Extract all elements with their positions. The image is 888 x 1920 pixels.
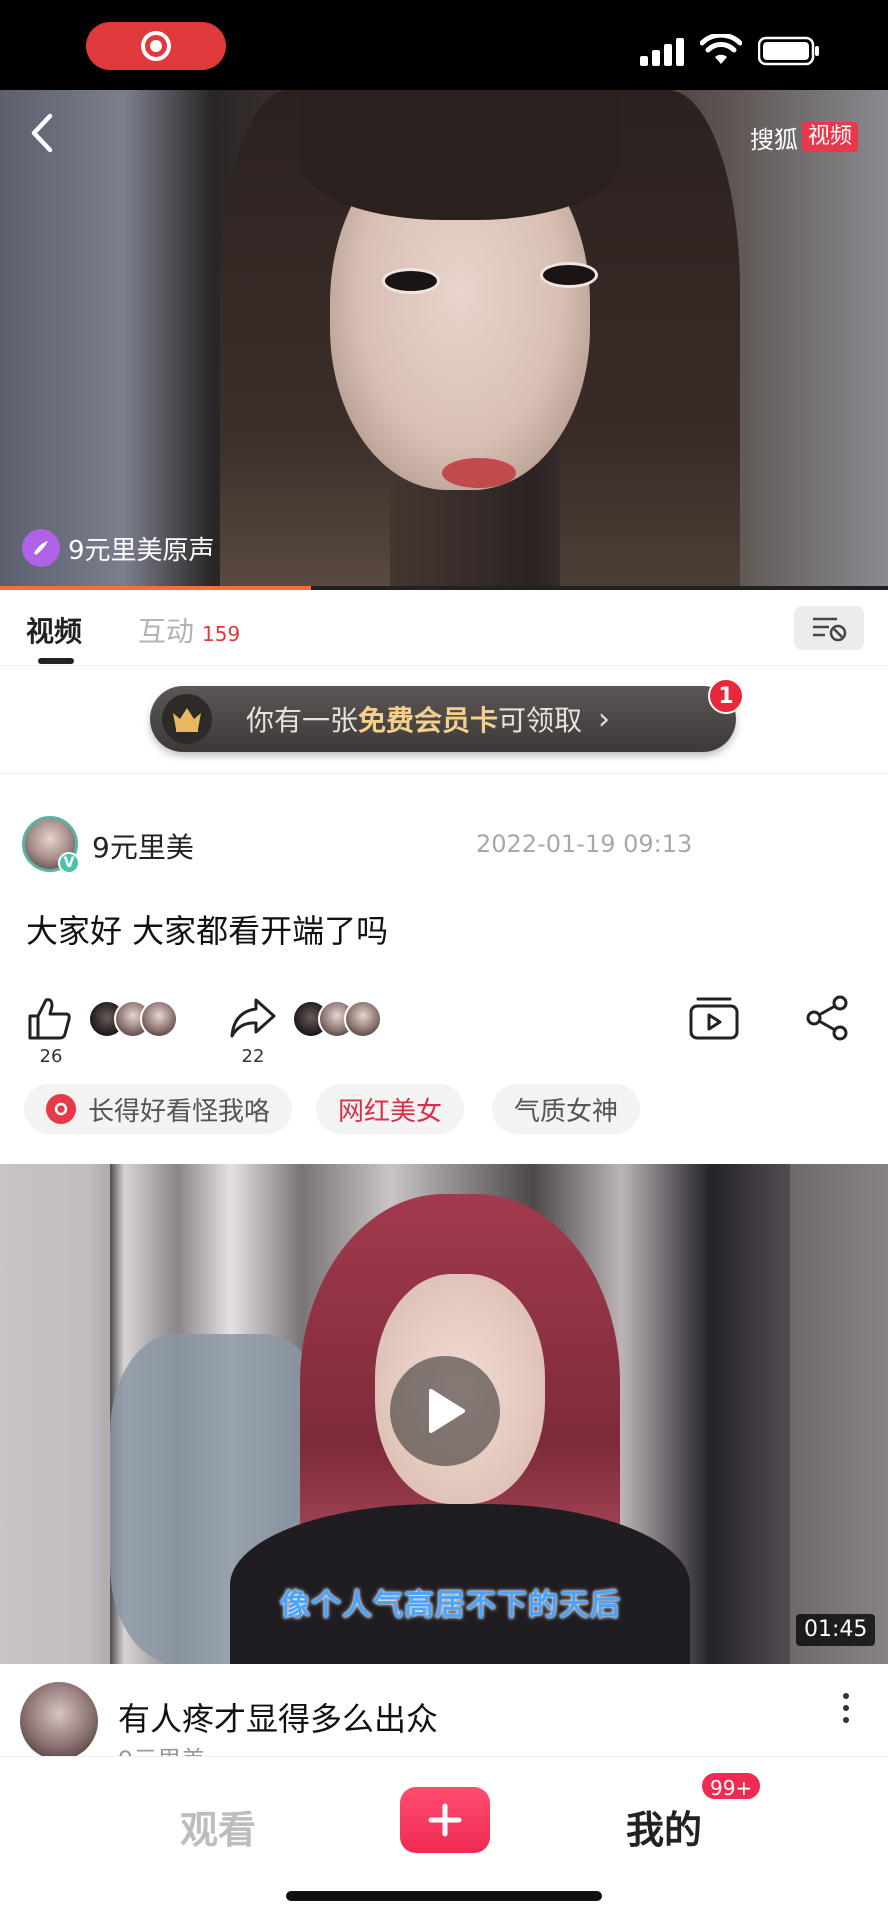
battery-icon xyxy=(758,36,819,66)
bottom-navigation: 观看 我的 99+ xyxy=(0,1756,888,1920)
sharers-avatars[interactable] xyxy=(292,1000,382,1038)
plus-icon xyxy=(428,1803,462,1837)
back-icon[interactable] xyxy=(22,110,62,156)
video-title[interactable]: 有人疼才显得多么出众 xyxy=(118,1694,438,1740)
tab-indicator xyxy=(38,658,74,664)
video-frame-part xyxy=(382,268,440,294)
video-frame-part xyxy=(790,1164,888,1664)
brand-text: 搜狐 xyxy=(750,125,798,154)
nav-mine[interactable]: 我的 xyxy=(626,1799,702,1854)
like-icon[interactable] xyxy=(26,994,74,1042)
tag-chip[interactable]: 气质女神 xyxy=(492,1084,641,1134)
original-audio-badge[interactable]: 9元里美原声 xyxy=(22,528,215,568)
play-button[interactable] xyxy=(390,1356,500,1466)
filter-icon xyxy=(813,617,847,642)
network-share-icon[interactable] xyxy=(804,994,852,1042)
home-indicator[interactable] xyxy=(286,1891,602,1901)
banner-highlight: 免费会员卡 xyxy=(358,704,499,737)
brand-watermark: 搜狐 视频 xyxy=(750,120,859,154)
video-subtitle: 像个人气高居不下的天后 xyxy=(280,1588,621,1623)
tag-label: 网红美女 xyxy=(338,1096,443,1127)
tab-interaction-count: 159 xyxy=(202,622,241,646)
tag-label: 气质女神 xyxy=(514,1096,619,1127)
share-icon[interactable] xyxy=(228,994,278,1042)
avatar xyxy=(344,1000,382,1038)
like-count: 26 xyxy=(39,1046,63,1067)
tab-interaction[interactable]: 互动 159 xyxy=(138,610,240,650)
banner-section: 你有一张免费会员卡可领取 › xyxy=(0,666,888,774)
video-author-name[interactable]: 9元里美 xyxy=(118,1740,205,1756)
wifi-icon xyxy=(700,34,742,64)
video-frame-part xyxy=(300,90,620,220)
video-player[interactable] xyxy=(0,90,888,590)
free-membership-banner[interactable]: 你有一张免费会员卡可领取 › xyxy=(150,686,736,752)
likers-avatars[interactable] xyxy=(88,1000,178,1038)
music-icon xyxy=(22,529,60,567)
video-duration: 01:45 xyxy=(796,1614,876,1646)
screen-recording-indicator[interactable] xyxy=(86,22,226,70)
play-icon xyxy=(429,1389,465,1433)
share-count: 22 xyxy=(241,1046,265,1067)
filter-button[interactable] xyxy=(794,606,864,650)
content-tabs: 视频 互动 159 xyxy=(0,590,888,666)
tag-chip[interactable]: 长得好看怪我咯 xyxy=(24,1084,293,1134)
notification-badge: 1 xyxy=(708,678,744,714)
video-frame-part xyxy=(442,458,516,488)
post-time: 2022-01-19 09:13 xyxy=(476,830,693,858)
tab-video[interactable]: 视频 xyxy=(26,610,82,650)
audio-label: 9元里美原声 xyxy=(68,535,215,566)
add-button[interactable] xyxy=(400,1787,490,1853)
tab-interaction-label: 互动 xyxy=(138,615,195,648)
banner-text: 你有一张免费会员卡可领取 xyxy=(246,699,582,739)
chevron-right-icon: › xyxy=(598,701,611,737)
banner-prefix: 你有一张 xyxy=(246,704,359,737)
post-text: 大家好 大家都看开端了吗 xyxy=(26,912,389,950)
tv-icon[interactable] xyxy=(688,994,740,1042)
tag-chip[interactable]: 网红美女 xyxy=(316,1084,465,1134)
video-frame-part xyxy=(540,262,598,288)
tag-refresh-icon xyxy=(46,1094,76,1124)
nav-mine-badge: 99+ xyxy=(700,1771,763,1801)
video-frame-part xyxy=(0,1164,110,1664)
video-author-avatar[interactable] xyxy=(20,1682,98,1760)
more-icon[interactable] xyxy=(836,1688,856,1728)
brand-tag: 视频 xyxy=(802,122,859,152)
crown-icon xyxy=(162,694,212,744)
nav-watch[interactable]: 观看 xyxy=(180,1799,256,1854)
banner-suffix: 可领取 xyxy=(498,704,583,737)
signal-icon xyxy=(640,36,686,66)
tag-label: 长得好看怪我咯 xyxy=(88,1096,271,1127)
verified-icon: V xyxy=(58,852,80,874)
record-icon xyxy=(141,31,171,61)
avatar xyxy=(140,1000,178,1038)
author-name[interactable]: 9元里美 xyxy=(92,826,194,866)
